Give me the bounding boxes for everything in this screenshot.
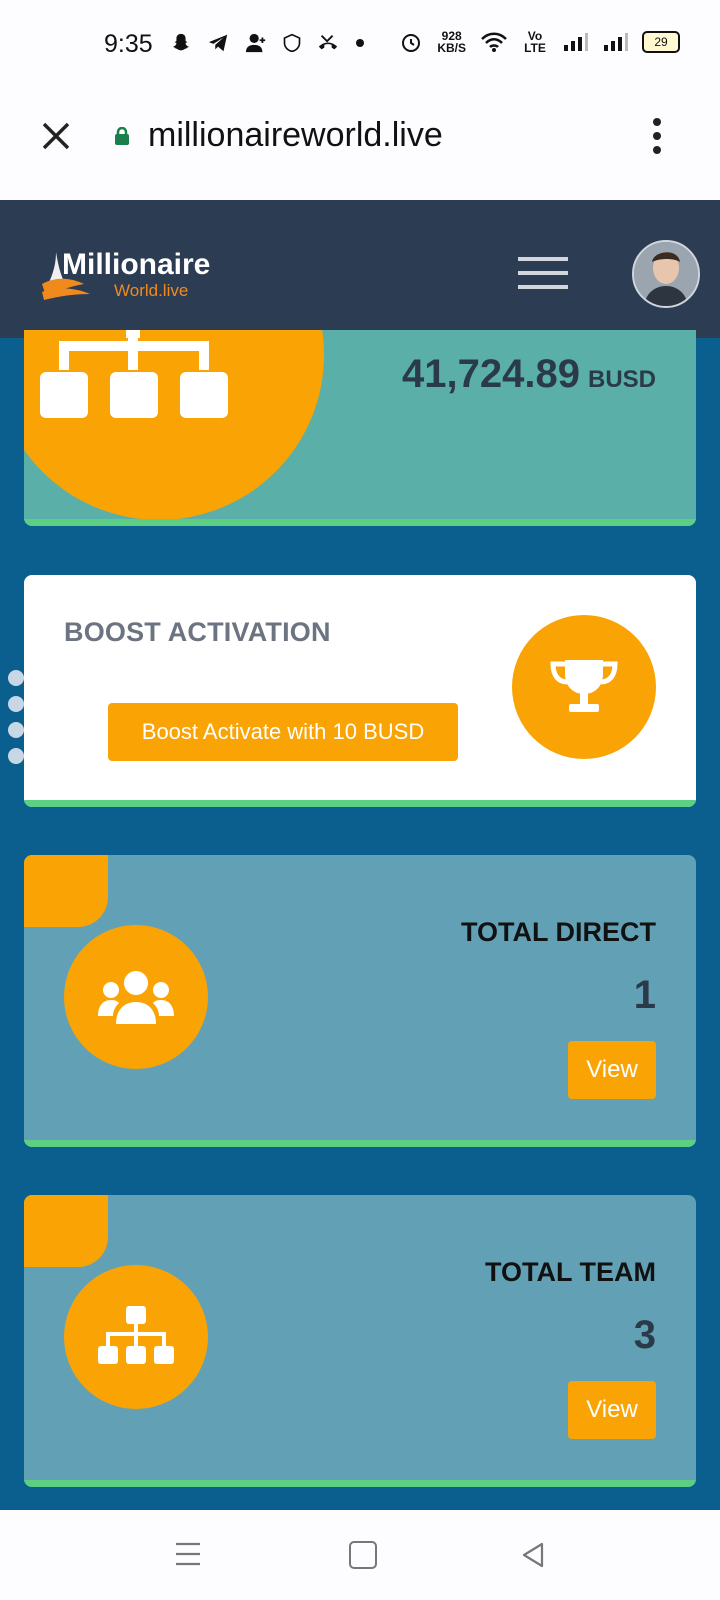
status-app-icons — [170, 32, 366, 54]
close-icon[interactable] — [38, 118, 74, 154]
home-icon[interactable] — [349, 1541, 377, 1569]
card-corner-accent — [24, 1195, 108, 1267]
total-direct-view-button[interactable]: View — [568, 1041, 656, 1099]
earnings-value: 41,724.89 — [402, 352, 580, 396]
total-team-label: TOTAL TEAM — [485, 1257, 656, 1287]
volte-label: Vo LTE — [524, 29, 546, 55]
earnings-card: 41,724.89 BUSD — [24, 330, 696, 526]
signal-icon-2 — [604, 33, 628, 51]
recent-apps-icon[interactable] — [174, 1541, 202, 1567]
status-system-icons: 928 KB/S Vo LTE 29 — [399, 30, 680, 54]
side-drag-handle[interactable] — [8, 670, 28, 770]
hamburger-icon[interactable] — [518, 255, 568, 291]
signal-icon — [564, 33, 588, 51]
boost-title: BOOST ACTIVATION — [64, 617, 331, 647]
trophy-badge — [512, 615, 656, 759]
total-team-card: TOTAL TEAM 3 View — [24, 1195, 696, 1487]
missed-call-icon — [318, 35, 338, 50]
boost-activate-button[interactable]: Boost Activate with 10 BUSD — [108, 703, 458, 761]
card-accent-line — [24, 519, 696, 526]
handle-dot — [8, 696, 24, 712]
url-text[interactable]: millionaireworld.live — [148, 116, 443, 155]
snapchat-icon — [172, 33, 190, 51]
lock-icon — [115, 127, 129, 145]
card-accent-line — [24, 1480, 696, 1487]
users-icon — [98, 971, 174, 1024]
users-badge — [64, 925, 208, 1069]
total-team-value: 3 — [633, 1313, 656, 1357]
total-direct-label: TOTAL DIRECT — [461, 917, 656, 947]
battery-icon: 29 — [642, 31, 680, 53]
shield-icon — [283, 33, 301, 53]
handle-dot — [8, 722, 24, 738]
kebab-menu-icon[interactable] — [650, 118, 664, 154]
hierarchy-icon — [40, 330, 228, 418]
earnings-amount: 41,724.89 BUSD — [402, 352, 656, 397]
total-direct-value: 1 — [633, 973, 656, 1017]
earnings-unit: BUSD — [587, 366, 656, 393]
card-accent-line — [24, 800, 696, 807]
hierarchy-icon — [98, 1306, 174, 1364]
boost-activation-card: BOOST ACTIVATION Boost Activate with 10 … — [24, 575, 696, 807]
trophy-icon — [550, 660, 618, 712]
back-icon[interactable] — [518, 1540, 548, 1570]
status-bar: 9:35 928 KB/S Vo LTE 29 — [0, 0, 720, 90]
logo-line1: Millionaire — [62, 248, 210, 281]
team-badge — [64, 1265, 208, 1409]
network-speed: 928 KB/S — [437, 30, 466, 54]
site-logo[interactable]: Millionaire World.live — [40, 244, 230, 300]
handle-dot — [8, 748, 24, 764]
wifi-icon — [481, 32, 507, 52]
total-direct-card: TOTAL DIRECT 1 View — [24, 855, 696, 1147]
status-time: 9:35 — [104, 30, 153, 58]
user-avatar[interactable] — [632, 240, 700, 308]
avatar-image — [634, 242, 698, 306]
card-corner-accent — [24, 855, 108, 927]
dot-icon — [356, 39, 364, 47]
add-user-icon — [245, 33, 266, 53]
logo-line2: World.live — [114, 281, 188, 300]
telegram-icon — [208, 34, 228, 52]
network-speed-unit: KB/S — [437, 41, 466, 55]
handle-dot — [8, 670, 24, 686]
total-team-view-button[interactable]: View — [568, 1381, 656, 1439]
card-accent-line — [24, 1140, 696, 1147]
alarm-icon — [402, 34, 421, 52]
